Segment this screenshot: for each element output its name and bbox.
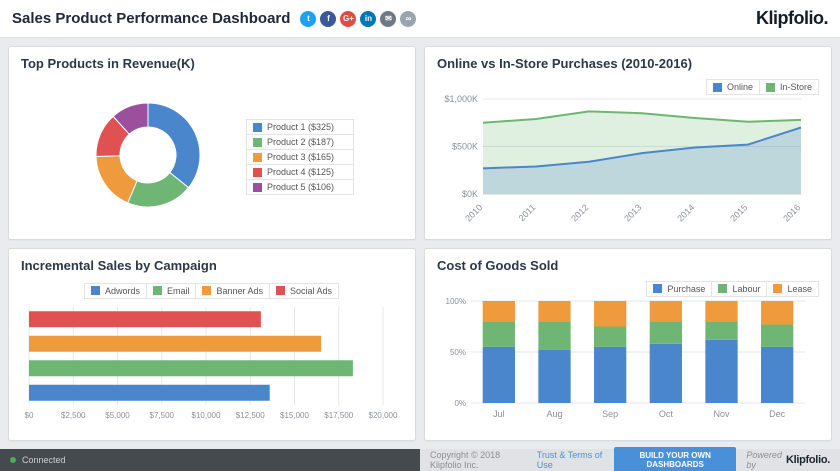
svg-text:2011: 2011	[517, 202, 538, 223]
legend-item[interactable]: Online	[706, 79, 760, 95]
build-dashboards-button[interactable]: BUILD YOUR OWN DASHBOARDS	[614, 447, 737, 471]
svg-text:$1,000K: $1,000K	[444, 94, 478, 104]
footer-right: Copyright © 2018 Klipfolio Inc. Trust & …	[420, 449, 840, 471]
legend-item[interactable]: Banner Ads	[195, 283, 270, 299]
facebook-icon[interactable]: f	[320, 11, 336, 27]
legend-swatch-icon	[653, 284, 662, 293]
powered-by-logo: Klipfolio.	[786, 454, 830, 466]
legend-swatch-icon	[253, 123, 262, 132]
stacked-chart-area: PurchaseLabourLease 0% 50% 100% Jul Aug Sep Oc…	[425, 279, 831, 441]
legend-swatch-icon	[253, 168, 262, 177]
donut-chart	[70, 83, 230, 233]
legend-item[interactable]: Product 3 ($165)	[246, 149, 354, 165]
dashboard-grid: Top Products in Revenue(K) Product 1 ($3…	[0, 38, 840, 449]
svg-text:100%: 100%	[446, 297, 466, 306]
panel-title-cogs: Cost of Goods Sold	[425, 249, 831, 279]
svg-text:$0K: $0K	[462, 189, 478, 199]
cogs-legend: PurchaseLabourLease	[647, 281, 819, 297]
svg-text:Dec: Dec	[769, 409, 786, 419]
svg-text:$2,500: $2,500	[61, 411, 86, 420]
twitter-icon[interactable]: t	[300, 11, 316, 27]
area-chart: $0K $500K $1,000K 2010 2011 2012 2013 2014 2015 2…	[433, 77, 815, 232]
svg-text:Jul: Jul	[493, 409, 505, 419]
header-bar: Sales Product Performance Dashboard tfG+…	[0, 0, 840, 38]
area-chart-area: OnlineIn-Store $0K $500K $1,000K 2010 2011 20…	[425, 77, 831, 239]
legend-swatch-icon	[91, 286, 100, 295]
legend-item[interactable]: In-Store	[759, 79, 819, 95]
svg-text:$15,000: $15,000	[280, 411, 309, 420]
powered-by-label: Powered by	[746, 450, 782, 470]
linkedin-icon[interactable]: in	[360, 11, 376, 27]
powered-by: Powered by Klipfolio.	[746, 450, 830, 470]
connected-dot-icon	[10, 457, 16, 463]
email-icon[interactable]: ✉	[380, 11, 396, 27]
google-plus-icon[interactable]: G+	[340, 11, 356, 27]
svg-text:Sep: Sep	[602, 409, 618, 419]
panel-title-top-products: Top Products in Revenue(K)	[9, 47, 415, 77]
panel-cost-of-goods: Cost of Goods Sold PurchaseLabourLease 0…	[424, 248, 832, 442]
dashboard-app: Sales Product Performance Dashboard tfG+…	[0, 0, 840, 471]
svg-text:50%: 50%	[450, 348, 466, 357]
legend-swatch-icon	[713, 83, 722, 92]
copyright-text: Copyright © 2018 Klipfolio Inc.	[430, 450, 527, 470]
svg-text:2012: 2012	[569, 202, 590, 223]
area-legend: OnlineIn-Store	[707, 79, 819, 95]
svg-text:$10,000: $10,000	[192, 411, 221, 420]
legend-item[interactable]: Purchase	[646, 281, 712, 297]
legend-swatch-icon	[253, 153, 262, 162]
svg-text:$20,000: $20,000	[369, 411, 398, 420]
legend-item[interactable]: Product 2 ($187)	[246, 134, 354, 150]
svg-text:2015: 2015	[728, 202, 749, 223]
svg-text:$12,500: $12,500	[236, 411, 265, 420]
legend-swatch-icon	[766, 83, 775, 92]
svg-text:$500K: $500K	[452, 142, 478, 152]
svg-text:$5,000: $5,000	[105, 411, 130, 420]
svg-text:2010: 2010	[463, 202, 484, 223]
donut-legend: Product 1 ($325)Product 2 ($187)Product …	[246, 120, 354, 195]
svg-text:0%: 0%	[454, 399, 466, 408]
panel-title-campaign: Incremental Sales by Campaign	[9, 249, 415, 279]
campaign-legend: AdwordsEmailBanner AdsSocial Ads	[17, 283, 407, 299]
terms-link[interactable]: Trust & Terms of Use	[537, 450, 604, 470]
legend-item[interactable]: Social Ads	[269, 283, 339, 299]
panel-online-instore: Online vs In-Store Purchases (2010-2016)…	[424, 46, 832, 240]
svg-text:$17,500: $17,500	[324, 411, 353, 420]
page-title: Sales Product Performance Dashboard	[12, 10, 290, 27]
legend-item[interactable]: Email	[146, 283, 197, 299]
klipfolio-logo: Klipfolio.	[756, 8, 828, 29]
footer-bar: Connected Copyright © 2018 Klipfolio Inc…	[0, 449, 840, 471]
svg-text:2013: 2013	[622, 202, 643, 223]
legend-item[interactable]: Product 5 ($106)	[246, 179, 354, 195]
svg-text:Oct: Oct	[659, 409, 674, 419]
hbar-chart: $0 $2,500 $5,000 $7,500 $10,000 $12,500 $15,00…	[17, 301, 399, 431]
legend-swatch-icon	[153, 286, 162, 295]
legend-item[interactable]: Product 4 ($125)	[246, 164, 354, 180]
connection-status: Connected	[0, 449, 420, 471]
legend-item[interactable]: Lease	[766, 281, 819, 297]
panel-campaign-sales: Incremental Sales by Campaign AdwordsEma…	[8, 248, 416, 442]
hbar-chart-area: AdwordsEmailBanner AdsSocial Ads $0 $2,50…	[9, 279, 415, 441]
svg-text:$0: $0	[25, 411, 34, 420]
connected-label: Connected	[22, 455, 66, 465]
legend-swatch-icon	[253, 138, 262, 147]
legend-swatch-icon	[276, 286, 285, 295]
svg-text:2016: 2016	[781, 202, 802, 223]
legend-swatch-icon	[202, 286, 211, 295]
social-icons: tfG+in✉∞	[300, 11, 756, 27]
panel-top-products: Top Products in Revenue(K) Product 1 ($3…	[8, 46, 416, 240]
share-link-icon[interactable]: ∞	[400, 11, 416, 27]
stacked-bar-chart: 0% 50% 100% Jul Aug Sep Oct Nov Dec	[433, 279, 815, 427]
donut-chart-area: Product 1 ($325)Product 2 ($187)Product …	[9, 77, 415, 239]
legend-swatch-icon	[253, 183, 262, 192]
svg-text:$7,500: $7,500	[150, 411, 175, 420]
panel-title-online-instore: Online vs In-Store Purchases (2010-2016)	[425, 47, 831, 77]
legend-item[interactable]: Adwords	[84, 283, 147, 299]
svg-text:Nov: Nov	[713, 409, 730, 419]
legend-swatch-icon	[718, 284, 727, 293]
legend-swatch-icon	[773, 284, 782, 293]
svg-text:Aug: Aug	[546, 409, 562, 419]
legend-item[interactable]: Labour	[711, 281, 767, 297]
svg-text:2014: 2014	[675, 202, 696, 223]
legend-item[interactable]: Product 1 ($325)	[246, 119, 354, 135]
